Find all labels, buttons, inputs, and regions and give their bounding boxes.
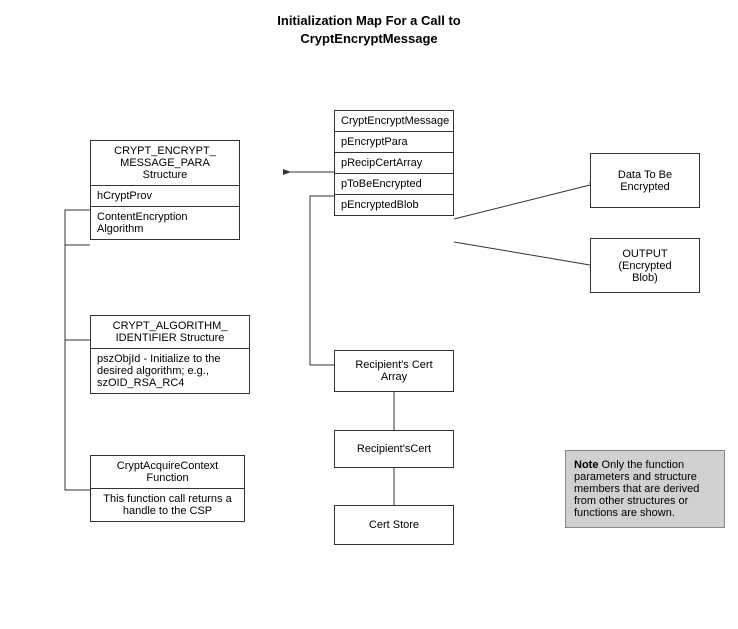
- crypt-algorithm-header: CRYPT_ALGORITHM_ IDENTIFIER Structure: [91, 316, 249, 349]
- output-label: OUTPUT (Encrypted Blob): [618, 248, 671, 284]
- pRecipCertArray-row: pRecipCertArray: [335, 153, 453, 174]
- contentEncryption-row: ContentEncryption Algorithm: [91, 207, 239, 239]
- note-label: Note: [574, 459, 598, 471]
- diagram-container: Initialization Map For a Call to CryptEn…: [0, 0, 738, 629]
- crypt-acquire-desc-row: This function call returns a handle to t…: [91, 489, 244, 521]
- crypt-encrypt-para-box: CRYPT_ENCRYPT_ MESSAGE_PARA Structure hC…: [90, 140, 240, 240]
- note-box: Note Only the function parameters and st…: [565, 450, 725, 528]
- pToBeEncrypted-row: pToBeEncrypted: [335, 174, 453, 195]
- pEncryptedBlob-row: pEncryptedBlob: [335, 195, 453, 215]
- cert-store-label: Cert Store: [369, 519, 419, 531]
- crypt-encrypt-para-header: CRYPT_ENCRYPT_ MESSAGE_PARA Structure: [91, 141, 239, 186]
- crypt-encrypt-message-box: CryptEncryptMessage pEncryptPara pRecipC…: [334, 110, 454, 216]
- data-to-encrypt-box: Data To Be Encrypted: [590, 153, 700, 208]
- pszObjId-row: pszObjId - Initialize to the desired alg…: [91, 349, 249, 393]
- crypt-encrypt-header: CryptEncryptMessage: [335, 111, 453, 132]
- recipients-cert-label: Recipient'sCert: [357, 443, 431, 455]
- recipients-cert-box: Recipient'sCert: [334, 430, 454, 468]
- crypt-algorithm-box: CRYPT_ALGORITHM_ IDENTIFIER Structure ps…: [90, 315, 250, 394]
- crypt-acquire-box: CryptAcquireContext Function This functi…: [90, 455, 245, 522]
- hCryptProv-row: hCryptProv: [91, 186, 239, 207]
- data-to-encrypt-label: Data To Be Encrypted: [618, 169, 672, 193]
- recipients-cert-array-box: Recipient's Cert Array: [334, 350, 454, 392]
- recipients-cert-array-label: Recipient's Cert Array: [343, 359, 445, 383]
- output-box: OUTPUT (Encrypted Blob): [590, 238, 700, 293]
- crypt-acquire-header: CryptAcquireContext Function: [91, 456, 244, 489]
- pEncryptPara-row: pEncryptPara: [335, 132, 453, 153]
- cert-store-box: Cert Store: [334, 505, 454, 545]
- diagram-title: Initialization Map For a Call to CryptEn…: [0, 0, 738, 48]
